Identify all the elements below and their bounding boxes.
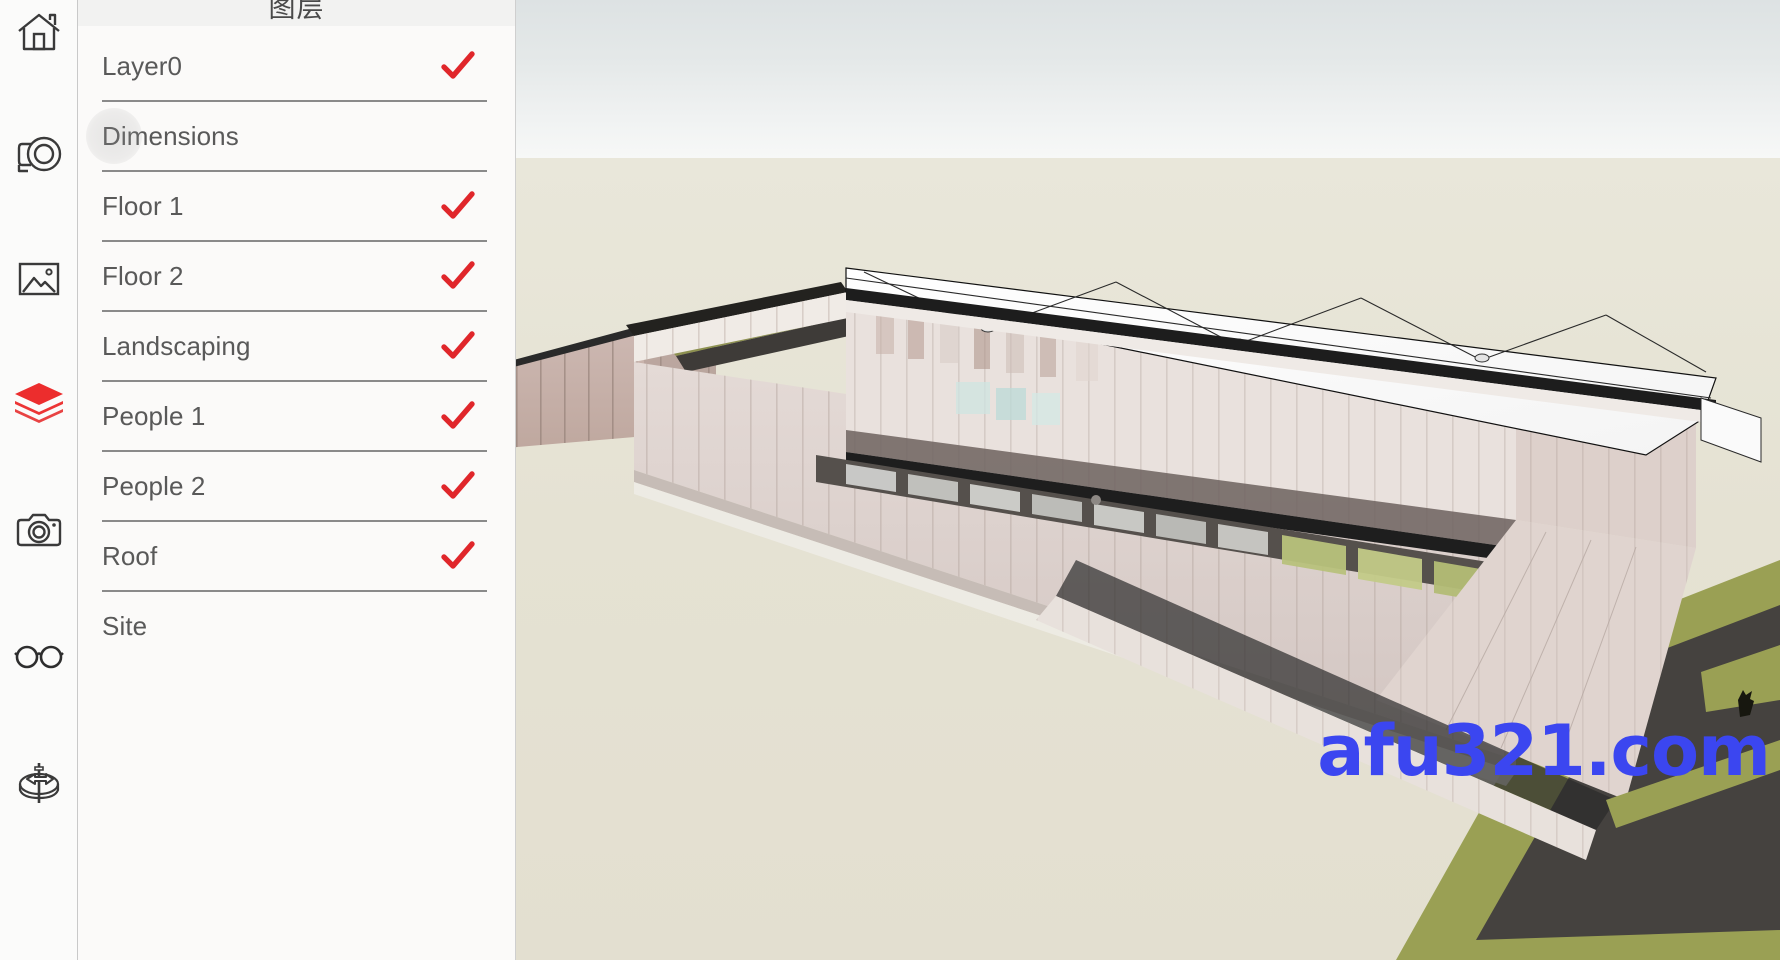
layer-visibility-checkmark-icon[interactable]	[441, 539, 475, 573]
layer-name-label: Roof	[102, 540, 158, 571]
layer-row[interactable]: Layer0	[78, 32, 515, 100]
layers-icon-button[interactable]	[0, 364, 78, 442]
layer-visibility-checkmark-icon[interactable]	[441, 609, 475, 643]
layers-panel-header: 图层	[78, 0, 515, 26]
glasses-icon	[14, 643, 64, 671]
layer-visibility-checkmark-icon[interactable]	[441, 49, 475, 83]
layer-visibility-checkmark-icon[interactable]	[441, 399, 475, 433]
layer-row[interactable]: People 1	[78, 382, 515, 450]
layer-name-label: People 1	[102, 400, 206, 431]
layer-visibility-checkmark-icon[interactable]	[441, 259, 475, 293]
icon-toolbar	[0, 0, 78, 960]
layer-row[interactable]: Floor 1	[78, 172, 515, 240]
layer-row[interactable]: Landscaping	[78, 312, 515, 380]
layers-icon	[12, 379, 66, 427]
layer-visibility-checkmark-icon[interactable]	[441, 329, 475, 363]
camera-icon-button[interactable]	[0, 492, 78, 570]
model-viewport[interactable]: afu321.com	[516, 0, 1780, 960]
image-icon-button[interactable]	[0, 240, 78, 318]
orbit-icon-button[interactable]	[0, 744, 78, 822]
layer-visibility-checkmark-icon[interactable]	[441, 119, 475, 153]
layer-name-label: Floor 1	[102, 190, 184, 221]
layers-panel: 图层 Layer0 Dimensions Floor 1 Floor 2 Landsca…	[78, 0, 516, 960]
layer-name-label: Layer0	[102, 50, 183, 81]
layer-row[interactable]: People 2	[78, 452, 515, 520]
layer-name-label: Site	[102, 610, 148, 641]
camera-icon	[15, 511, 63, 551]
layer-visibility-checkmark-icon[interactable]	[441, 469, 475, 503]
roof-cap-right	[1700, 397, 1762, 463]
building-model	[516, 267, 1780, 960]
sketchup-mobile-app: 图层 Layer0 Dimensions Floor 1 Floor 2 Landsca…	[0, 0, 1780, 960]
tape-measure-icon-button[interactable]	[0, 117, 78, 195]
image-icon	[17, 259, 61, 299]
orbit-icon	[13, 757, 65, 809]
layer-row[interactable]: Site	[78, 592, 515, 660]
layer-row[interactable]: Floor 2	[78, 242, 515, 310]
glasses-icon-button[interactable]	[0, 618, 78, 696]
tape-measure-icon	[15, 135, 63, 177]
layer-name-label: Floor 2	[102, 260, 184, 291]
layer-list: Layer0 Dimensions Floor 1 Floor 2 Landscapin…	[78, 26, 515, 660]
layer-name-label: Landscaping	[102, 330, 251, 361]
home-icon	[16, 12, 62, 54]
layer-name-label: Dimensions	[102, 120, 239, 151]
layer-row[interactable]: Dimensions	[78, 102, 515, 170]
layer-visibility-checkmark-icon[interactable]	[441, 189, 475, 223]
home-icon-button[interactable]	[0, 0, 78, 72]
layer-name-label: People 2	[102, 470, 206, 501]
panel-title: 图层	[268, 0, 325, 24]
layer-row[interactable]: Roof	[78, 522, 515, 590]
